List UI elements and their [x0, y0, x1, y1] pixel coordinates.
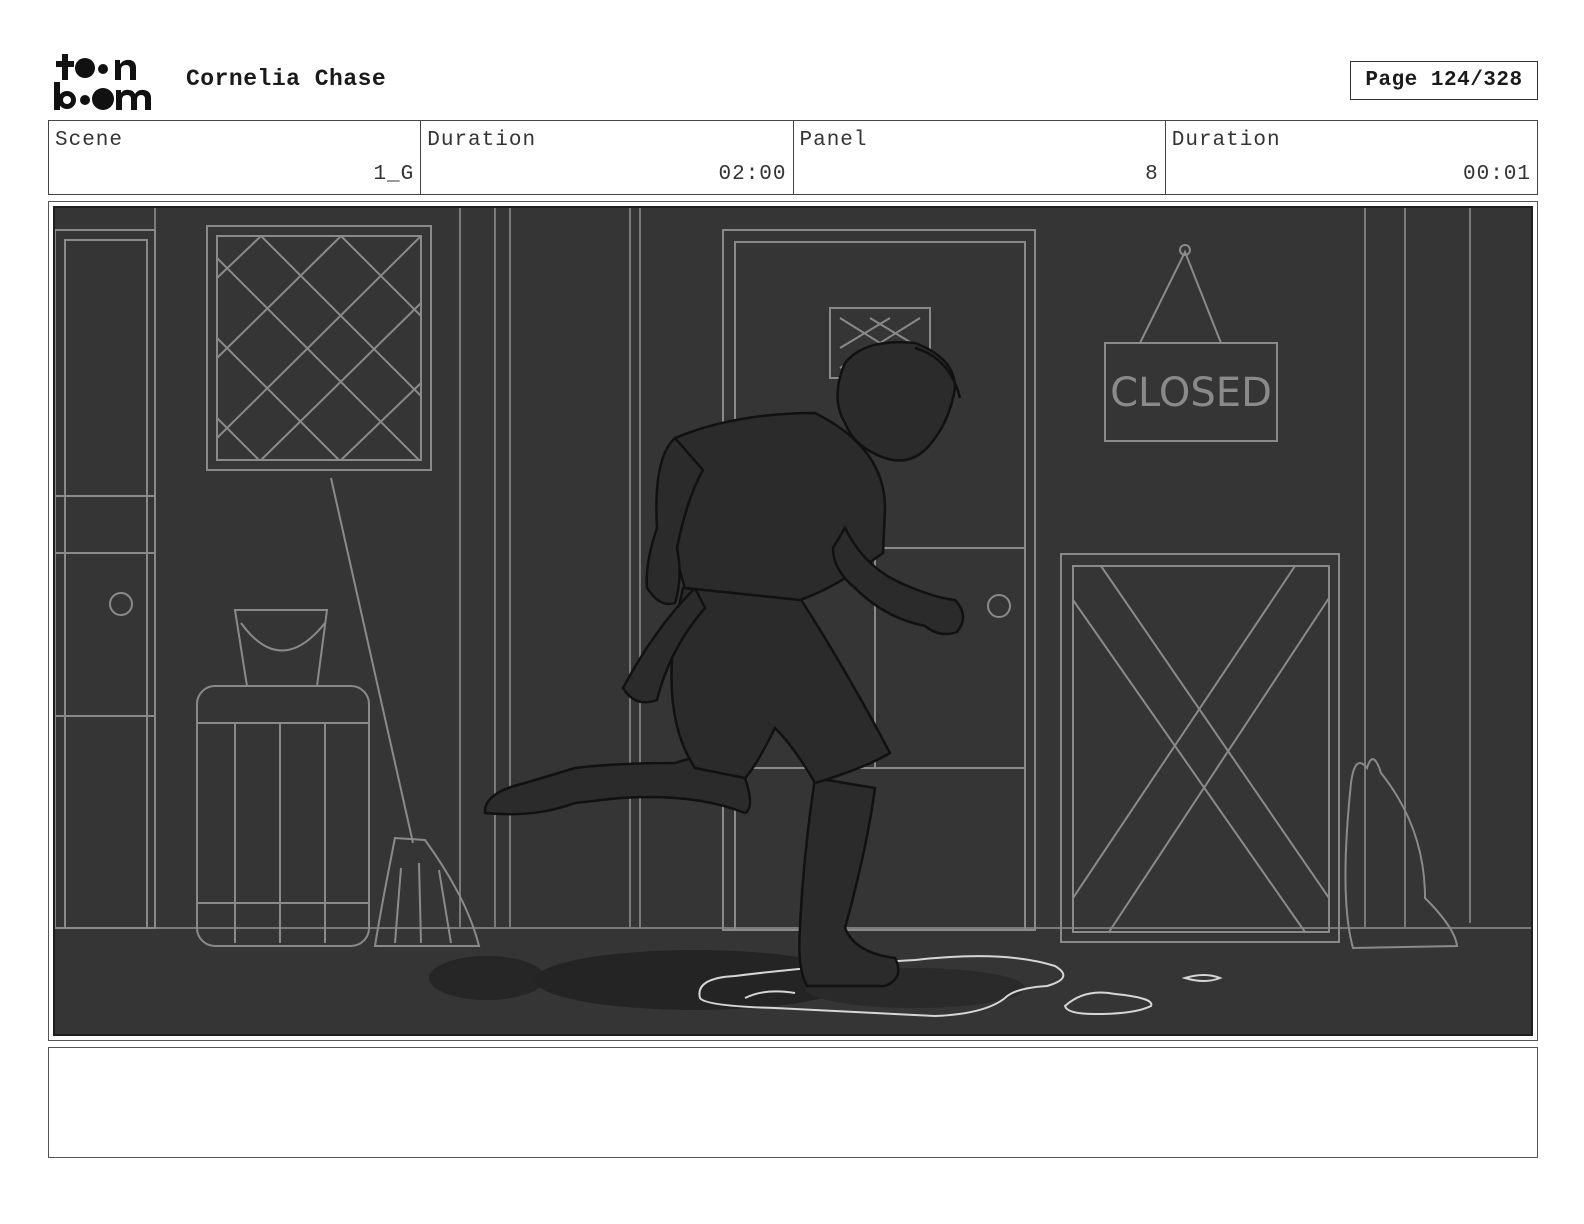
panel-label: Panel — [799, 129, 868, 152]
panel-duration-label: Duration — [1171, 129, 1281, 152]
panel-value: 8 — [1145, 163, 1159, 186]
panel-duration-value: 00:01 — [1462, 163, 1531, 186]
storyboard-panel-image: CLOSED — [53, 206, 1533, 1036]
bucket — [233, 609, 329, 687]
project-title: Cornelia Chase — [186, 66, 387, 92]
scene-value: 1_G — [373, 163, 415, 186]
panel-duration-cell: Duration 00:01 — [1166, 121, 1537, 194]
panel-caption-box — [48, 1047, 1538, 1158]
lattice-window — [206, 225, 432, 471]
barrel — [196, 685, 370, 947]
scene-label: Scene — [55, 129, 124, 152]
crate — [1060, 553, 1340, 943]
left-door — [55, 229, 156, 929]
sign-text: CLOSED — [1110, 370, 1272, 416]
scene-duration-value: 02:00 — [718, 163, 787, 186]
closed-sign: CLOSED — [1104, 244, 1278, 442]
scene-cell: Scene 1_G — [49, 121, 422, 194]
sack — [1344, 758, 1459, 950]
broom — [330, 477, 481, 947]
panel-info-row: Scene 1_G Duration 02:00 Panel 8 Duratio… — [48, 120, 1538, 195]
scene-duration-label: Duration — [427, 129, 537, 152]
toon-boom-logo — [54, 54, 151, 110]
panel-cell: Panel 8 — [794, 121, 1166, 194]
storyboard-panel-frame: CLOSED — [48, 201, 1538, 1041]
scene-duration-cell: Duration 02:00 — [421, 121, 794, 194]
page-indicator: Page 124/328 — [1350, 61, 1538, 100]
